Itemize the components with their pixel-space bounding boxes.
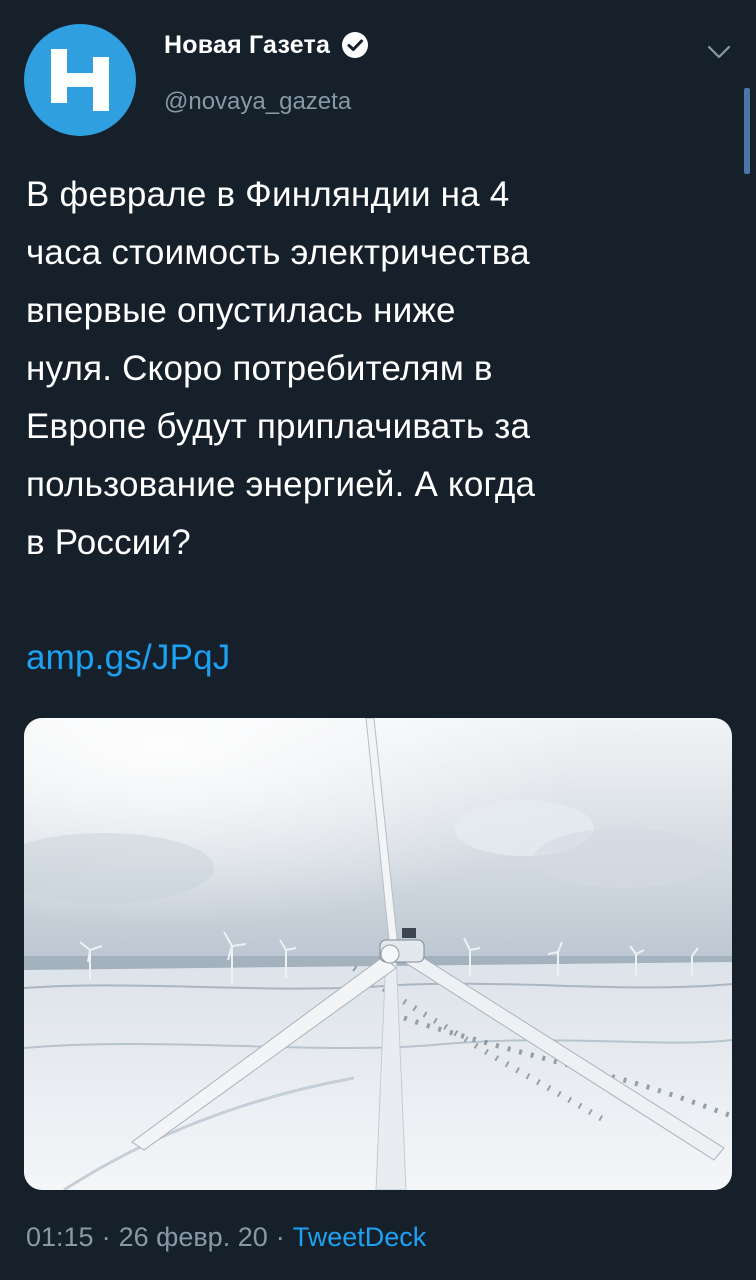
author-name[interactable]: Новая Газета — [164, 31, 330, 60]
tweet-author: Новая Газета @novaya_gazeta — [164, 30, 370, 116]
tweet-meta: 01:15 · 26 февр. 20 · TweetDeck — [26, 1222, 426, 1253]
chevron-down-icon[interactable] — [704, 40, 734, 64]
tweet-time[interactable]: 01:15 — [26, 1222, 94, 1253]
author-name-row: Новая Газета — [164, 30, 370, 60]
verified-badge-icon — [342, 32, 369, 58]
tweet-media-photo[interactable] — [24, 718, 732, 1190]
tweet-link[interactable]: amp.gs/JPqJ — [26, 638, 231, 678]
wind-turbine-photo — [24, 718, 732, 1190]
meta-separator: · — [275, 1222, 285, 1252]
author-handle[interactable]: @novaya_gazeta — [164, 88, 370, 116]
novaya-gazeta-logo-icon — [51, 49, 109, 111]
tweet-source-link[interactable]: TweetDeck — [293, 1222, 427, 1253]
scrollbar[interactable] — [744, 88, 750, 174]
tweet-text: В феврале в Финляндии на 4 часа стоимост… — [26, 175, 536, 562]
tweet-date[interactable]: 26 февр. 20 — [119, 1222, 268, 1253]
meta-separator: · — [101, 1222, 111, 1252]
avatar[interactable] — [24, 24, 136, 136]
